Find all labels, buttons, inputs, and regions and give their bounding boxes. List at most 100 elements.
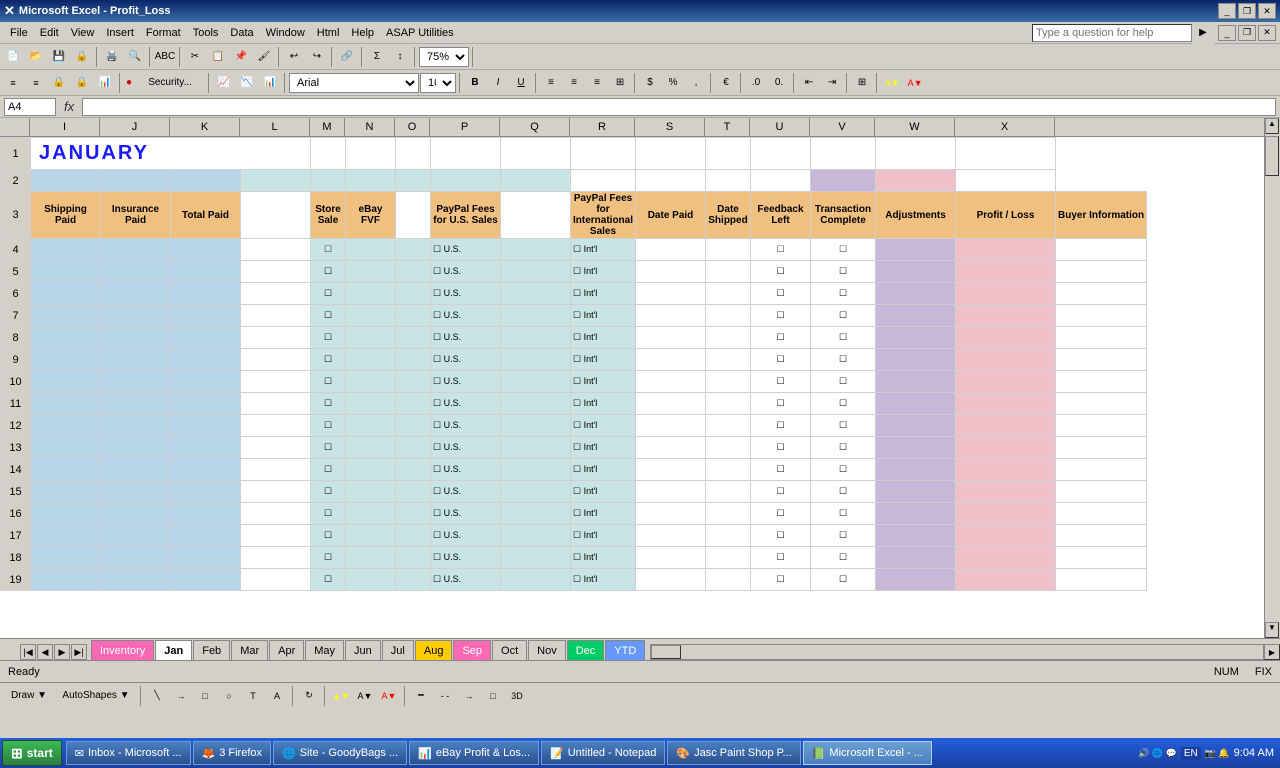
spell-check-button[interactable]: ABC	[154, 46, 176, 68]
r2-j[interactable]	[101, 170, 171, 192]
taskbar-excel[interactable]: 📗 Microsoft Excel - ...	[803, 741, 932, 765]
col-head-q[interactable]: Q	[500, 118, 570, 136]
checkbox-trans-4[interactable]: ☐	[839, 244, 847, 254]
menu-data[interactable]: Data	[224, 25, 259, 41]
r4-p[interactable]: ☐ U.S.	[431, 239, 501, 261]
r2-o[interactable]	[396, 170, 431, 192]
menu-edit[interactable]: Edit	[34, 25, 65, 41]
col-head-m[interactable]: M	[310, 118, 345, 136]
tab-inventory[interactable]: Inventory	[91, 640, 154, 660]
tab-navigation[interactable]: |◀ ◀ ▶ ▶|	[20, 644, 87, 660]
oval-tool[interactable]: ○	[218, 685, 240, 707]
line-tool[interactable]: ╲	[146, 685, 168, 707]
chart-btn1[interactable]: 📈	[213, 72, 235, 94]
font-select[interactable]: Arial Times New Roman	[289, 73, 419, 93]
textbox-tool[interactable]: T	[242, 685, 264, 707]
r4-t[interactable]	[706, 239, 751, 261]
percent-button[interactable]: %	[662, 72, 684, 94]
underline-button[interactable]: U	[510, 72, 532, 94]
security-btn[interactable]: Security...	[135, 72, 205, 94]
format-tb-btn4[interactable]: 🔒	[71, 72, 93, 94]
sort-asc-button[interactable]: ↕	[389, 46, 411, 68]
format-tb-btn1[interactable]: ≡	[2, 72, 24, 94]
tab-jul[interactable]: Jul	[382, 640, 414, 660]
r2-s[interactable]	[636, 170, 706, 192]
taskbar-paint[interactable]: 🎨 Jasc Paint Shop P...	[667, 741, 800, 765]
r4-buyer[interactable]	[1056, 239, 1147, 261]
decrease-decimal[interactable]: 0.	[768, 72, 790, 94]
tab-feb[interactable]: Feb	[193, 640, 230, 660]
help-search-button[interactable]: ▶	[1192, 22, 1214, 44]
restore-button[interactable]: ❐	[1238, 3, 1256, 19]
r4-o[interactable]	[396, 239, 431, 261]
minimize-button[interactable]: _	[1218, 3, 1236, 19]
col-head-s[interactable]: S	[635, 118, 705, 136]
tab-sep[interactable]: Sep	[453, 640, 491, 660]
size-select[interactable]: 10 8 12	[420, 73, 456, 93]
fill-color-button[interactable]: A▼	[881, 72, 903, 94]
chart-btn2[interactable]: 📉	[236, 72, 258, 94]
menu-window[interactable]: Window	[260, 25, 311, 41]
print-preview-button[interactable]: 🔍	[124, 46, 146, 68]
rotate-tool[interactable]: ↻	[298, 685, 320, 707]
r2-r[interactable]	[571, 170, 636, 192]
r4-s[interactable]	[636, 239, 706, 261]
fill-color-draw[interactable]: ▲▼	[330, 685, 352, 707]
copy-button[interactable]: 📋	[207, 46, 229, 68]
arrow-style-btn[interactable]: →	[458, 685, 480, 707]
col-head-p[interactable]: P	[430, 118, 500, 136]
col-head-t[interactable]: T	[705, 118, 750, 136]
menu-tools[interactable]: Tools	[187, 25, 225, 41]
tab-next-button[interactable]: ▶	[54, 644, 70, 660]
indent-decrease[interactable]: ⇤	[798, 72, 820, 94]
cut-button[interactable]: ✂	[184, 46, 206, 68]
r2-k[interactable]	[171, 170, 241, 192]
scroll-up-btn[interactable]: ▲	[1265, 118, 1279, 134]
bold-button[interactable]: B	[464, 72, 486, 94]
col-head-l[interactable]: L	[240, 118, 310, 136]
r4-i[interactable]	[31, 239, 101, 261]
col-head-o[interactable]: O	[395, 118, 430, 136]
r2-t[interactable]	[706, 170, 751, 192]
wordart-tool[interactable]: A	[266, 685, 288, 707]
taskbar-site[interactable]: 🌐 Site - GoodyBags ...	[273, 741, 407, 765]
tab-jun[interactable]: Jun	[345, 640, 381, 660]
line-color-draw[interactable]: A▼	[354, 685, 376, 707]
autoshapes-dropdown[interactable]: AutoShapes ▼	[56, 685, 136, 707]
menu-format[interactable]: Format	[140, 25, 187, 41]
tab-jan[interactable]: Jan	[155, 640, 192, 660]
menu-minimize-button[interactable]: _	[1218, 25, 1236, 41]
undo-button[interactable]: ↩	[283, 46, 305, 68]
menu-restore-button[interactable]: ❐	[1238, 25, 1256, 41]
r4-r[interactable]: ☐ Int'l	[571, 239, 636, 261]
help-search-input[interactable]	[1032, 24, 1192, 42]
r4-j[interactable]	[101, 239, 171, 261]
r2-l[interactable]	[241, 170, 311, 192]
tab-dec[interactable]: Dec	[567, 640, 605, 660]
open-button[interactable]: 📂	[25, 46, 47, 68]
euro-button[interactable]: €	[715, 72, 737, 94]
tab-first-button[interactable]: |◀	[20, 644, 36, 660]
col-head-v[interactable]: V	[810, 118, 875, 136]
r2-u[interactable]	[751, 170, 811, 192]
merge-button[interactable]: ⊞	[609, 72, 631, 94]
h-scroll-right-btn[interactable]: ▶	[1264, 644, 1280, 660]
r4-u[interactable]: ☐	[751, 239, 811, 261]
checkbox-m4[interactable]: ☐	[324, 244, 332, 254]
zoom-select[interactable]: 75% 100% 50%	[419, 47, 469, 67]
tab-ytd[interactable]: YTD	[605, 640, 645, 660]
draw-dropdown[interactable]: Draw ▼	[4, 685, 54, 707]
tab-last-button[interactable]: ▶|	[71, 644, 87, 660]
tab-prev-button[interactable]: ◀	[37, 644, 53, 660]
tab-apr[interactable]: Apr	[269, 640, 304, 660]
title-bar-controls[interactable]: _ ❐ ✕	[1218, 3, 1276, 19]
save-button[interactable]: 💾	[48, 46, 70, 68]
paste-button[interactable]: 📌	[230, 46, 252, 68]
line-style-btn[interactable]: ━	[410, 685, 432, 707]
scroll-down-btn[interactable]: ▼	[1265, 622, 1279, 638]
col-head-u[interactable]: U	[750, 118, 810, 136]
tab-mar[interactable]: Mar	[231, 640, 268, 660]
col-head-w[interactable]: W	[875, 118, 955, 136]
r4-w[interactable]	[876, 239, 956, 261]
r2-p[interactable]	[431, 170, 501, 192]
